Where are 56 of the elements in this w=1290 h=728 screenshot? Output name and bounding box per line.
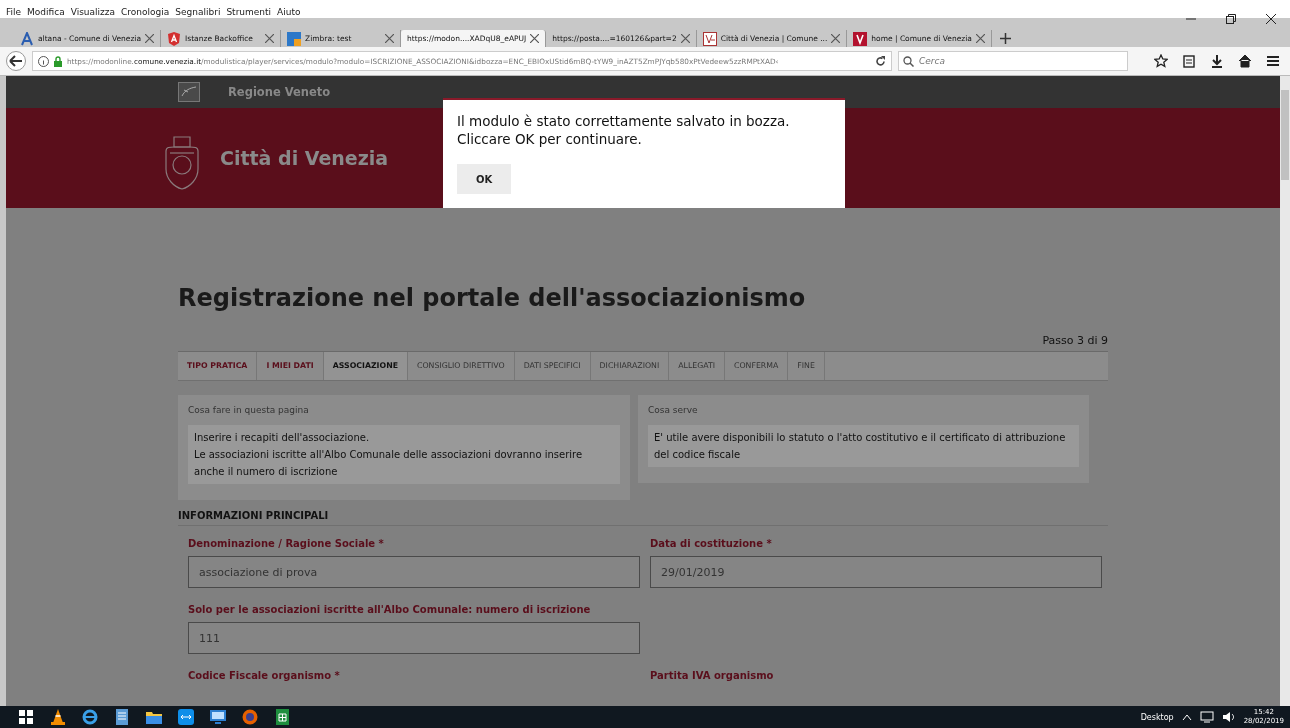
folder-icon[interactable] (146, 710, 162, 724)
close-icon[interactable] (530, 34, 540, 43)
clipboard-icon[interactable] (1182, 54, 1196, 68)
info-text: E' utile avere disponibili lo statuto o l'atto costitutivo e il certificato di attribuzione del codice fiscale (648, 425, 1079, 467)
monitor-icon[interactable] (210, 710, 226, 724)
chevron-icon[interactable] (1181, 713, 1192, 721)
info-icon (38, 55, 49, 67)
speaker-icon[interactable] (1221, 711, 1236, 723)
input-field[interactable]: associazione di prova (188, 556, 640, 588)
letter-icon (20, 31, 34, 46)
browser-e-icon[interactable] (82, 709, 98, 725)
field-label: Denominazione / Ragione Sociale * (188, 538, 385, 549)
firefox-icon[interactable] (242, 709, 258, 725)
restore-icon[interactable] (1226, 14, 1236, 24)
page-title: Registrazione nel portale dell'associazionismo (178, 284, 807, 312)
dialog-message: Il modulo è stato correttamente salvato in bozza. Cliccare OK per continuare. (457, 112, 791, 148)
field-label: Data di costituzione * (650, 538, 773, 549)
input-field[interactable]: 29/01/2019 (650, 556, 1102, 588)
menu-item[interactable]: Strumenti (226, 6, 272, 18)
spreadsheet-icon[interactable] (275, 709, 289, 725)
menu-item[interactable]: File (6, 6, 22, 18)
app-icon[interactable] (178, 709, 194, 725)
section-heading: INFORMAZIONI PRINCIPALI (178, 510, 1108, 526)
menu-item[interactable]: Modifica (27, 6, 65, 18)
region-name: Regione Veneto (228, 85, 331, 99)
padlock-icon (53, 55, 63, 67)
field-label: Codice Fiscale organismo * (188, 670, 341, 681)
desktop-toolbar[interactable]: Desktop (1140, 712, 1174, 722)
download-icon[interactable] (1210, 54, 1224, 68)
search-icon (903, 55, 914, 67)
menu-item[interactable]: Visualizza (70, 6, 116, 18)
field-label: Partita IVA organismo (650, 670, 775, 681)
network-icon[interactable] (1199, 711, 1214, 723)
scrollbar[interactable] (1280, 76, 1290, 706)
star-icon[interactable] (1154, 54, 1168, 68)
close-icon[interactable] (1266, 14, 1276, 24)
menu-icon[interactable] (1266, 54, 1280, 68)
search-field[interactable]: Cerca (898, 51, 1128, 71)
back-button[interactable] (6, 51, 26, 71)
home-icon[interactable] (1238, 54, 1252, 68)
input-field[interactable]: 111 (188, 622, 640, 654)
reload-icon[interactable] (875, 55, 886, 67)
menu-item[interactable]: Segnalibri (175, 6, 221, 18)
panel-heading: Cosa fare in questa pagina (188, 405, 310, 415)
ok-button[interactable]: OK (457, 164, 511, 194)
cone-icon[interactable] (51, 709, 65, 725)
info-text: Inserire i recapiti dell'associazione. Le associazioni iscritte all'Albo Comunale delle associazioni dovranno inserire anche il numero di iscrizione (188, 425, 620, 484)
region-logo-icon (178, 82, 200, 102)
field-label: Solo per le associazioni iscritte all'Albo Comunale: numero di iscrizione (188, 604, 592, 615)
menu-item[interactable]: Aiuto (277, 6, 301, 18)
panel-heading: Cosa serve (648, 405, 699, 415)
step-counter: Passo 3 di 9 (1041, 334, 1108, 347)
menu-item[interactable]: Cronologia (121, 6, 170, 18)
windows-icon[interactable] (19, 710, 33, 724)
city-name: Città di Venezia (220, 147, 389, 169)
app-icon (287, 31, 302, 46)
